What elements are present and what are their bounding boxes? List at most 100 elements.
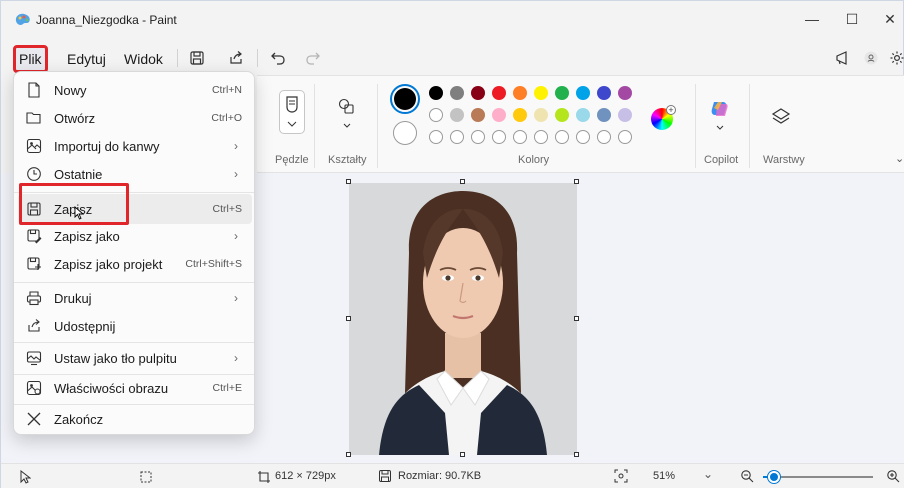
palette-color-swatch[interactable]	[555, 108, 569, 122]
desktop-wallpaper-icon	[26, 350, 42, 366]
ribbon-separator	[377, 84, 378, 168]
file-menu-item-new[interactable]: Nowy Ctrl+N	[18, 76, 252, 104]
resize-handle[interactable]	[574, 179, 579, 184]
resize-handle[interactable]	[574, 316, 579, 321]
palette-color-swatch[interactable]	[513, 86, 527, 100]
zoom-slider-thumb[interactable]	[768, 471, 780, 483]
palette-color-swatch[interactable]	[429, 86, 443, 100]
resize-handle[interactable]	[460, 179, 465, 184]
palette-color-swatch[interactable]	[450, 86, 464, 100]
resize-handle[interactable]	[574, 452, 579, 457]
file-menu-item-save-as-project[interactable]: Zapisz jako projekt Ctrl+Shift+S	[18, 250, 252, 278]
palette-color-swatch[interactable]	[597, 108, 611, 122]
menu-item-label: Otwórz	[54, 110, 96, 126]
close-icon	[26, 411, 42, 427]
zoom-slider[interactable]	[763, 471, 873, 483]
palette-color-swatch[interactable]	[555, 86, 569, 100]
palette-color-swatch[interactable]	[471, 86, 485, 100]
save-project-icon	[26, 256, 42, 272]
palette-color-swatch[interactable]	[429, 108, 443, 122]
zoom-level[interactable]: 51%	[653, 470, 675, 482]
ribbon-separator	[314, 84, 315, 168]
custom-color-empty-swatch[interactable]	[450, 130, 464, 144]
custom-color-empty-swatch[interactable]	[576, 130, 590, 144]
file-menu-item-properties[interactable]: Właściwości obrazu Ctrl+E	[18, 374, 252, 402]
primary-color-swatch[interactable]	[390, 84, 420, 114]
file-menu-item-save-as[interactable]: Zapisz jako ›	[18, 222, 252, 250]
palette-color-swatch[interactable]	[450, 108, 464, 122]
custom-color-empty-swatch[interactable]	[555, 130, 569, 144]
palette-color-swatch[interactable]	[492, 108, 506, 122]
paint-app-icon	[14, 12, 30, 26]
ribbon: Pędzle Kształty + Kolory Copilot Warstwy…	[257, 75, 904, 173]
save-icon[interactable]	[185, 46, 209, 70]
shapes-button[interactable]	[335, 96, 359, 132]
palette-color-swatch[interactable]	[576, 108, 590, 122]
palette-color-swatch[interactable]	[597, 86, 611, 100]
resize-handle[interactable]	[460, 452, 465, 457]
custom-color-empty-swatch[interactable]	[597, 130, 611, 144]
menu-edit[interactable]: Edytuj	[63, 47, 110, 71]
redo-icon[interactable]	[301, 46, 325, 70]
menu-separator	[14, 282, 254, 283]
file-menu-item-set-wallpaper[interactable]: Ustaw jako tło pulpitu ›	[18, 344, 252, 372]
palette-color-swatch[interactable]	[492, 86, 506, 100]
copilot-icon	[711, 102, 728, 130]
close-button[interactable]: ✕	[873, 8, 904, 30]
palette-color-swatch[interactable]	[534, 108, 548, 122]
zoom-dropdown-chevron-icon[interactable]: ⌄	[703, 467, 713, 481]
file-menu-item-print[interactable]: Drukuj ›	[18, 284, 252, 312]
image-canvas[interactable]	[349, 183, 577, 455]
layers-button[interactable]	[770, 106, 792, 128]
custom-color-empty-swatch[interactable]	[534, 130, 548, 144]
settings-gear-icon[interactable]	[885, 46, 904, 70]
palette-color-swatch[interactable]	[534, 86, 548, 100]
brushes-label: Pędzle	[275, 154, 309, 166]
menu-file[interactable]: Plik	[13, 45, 48, 73]
custom-color-empty-swatch[interactable]	[513, 130, 527, 144]
ribbon-expand-chevron-icon[interactable]: ⌄	[895, 152, 904, 165]
custom-color-empty-swatch[interactable]	[471, 130, 485, 144]
add-color-icon: +	[666, 105, 676, 115]
account-icon[interactable]	[859, 46, 883, 70]
feedback-icon[interactable]	[830, 46, 854, 70]
clock-icon	[26, 166, 42, 182]
palette-color-swatch[interactable]	[513, 108, 527, 122]
portrait-photo	[349, 183, 577, 455]
file-menu-item-open[interactable]: Otwórz Ctrl+O	[18, 104, 252, 132]
palette-color-swatch[interactable]	[618, 108, 632, 122]
maximize-button[interactable]: ☐	[835, 8, 869, 30]
selection-size-icon	[139, 470, 153, 484]
file-menu-item-exit[interactable]: Zakończ	[18, 405, 252, 433]
file-menu-item-import[interactable]: Importuj do kanwy ›	[18, 132, 252, 160]
secondary-color-swatch[interactable]	[393, 121, 417, 145]
submenu-arrow-icon: ›	[234, 229, 238, 243]
resize-handle[interactable]	[346, 452, 351, 457]
toolbar-separator	[177, 49, 178, 67]
custom-color-empty-swatch[interactable]	[492, 130, 506, 144]
resize-handle[interactable]	[346, 316, 351, 321]
share-icon[interactable]	[224, 46, 248, 70]
brush-tool-button[interactable]	[279, 90, 305, 134]
minimize-button[interactable]: —	[795, 8, 829, 30]
brush-icon	[286, 96, 298, 127]
layers-label: Warstwy	[763, 154, 805, 166]
resize-handle[interactable]	[346, 179, 351, 184]
palette-color-swatch[interactable]	[618, 86, 632, 100]
file-menu-item-share[interactable]: Udostępnij	[18, 312, 252, 340]
layers-icon	[771, 108, 791, 124]
undo-icon[interactable]	[266, 46, 290, 70]
custom-color-empty-swatch[interactable]	[429, 130, 443, 144]
copilot-button[interactable]	[708, 98, 732, 134]
menu-bar: Plik Edytuj Widok	[1, 41, 904, 73]
menu-item-shortcut: Ctrl+Shift+S	[185, 258, 242, 270]
fit-to-window-icon[interactable]	[614, 469, 628, 483]
palette-color-swatch[interactable]	[576, 86, 590, 100]
ribbon-separator	[695, 84, 696, 168]
file-menu-dropdown: Nowy Ctrl+N Otwórz Ctrl+O Importuj do ka…	[13, 71, 255, 435]
zoom-in-icon[interactable]	[886, 469, 900, 483]
menu-view[interactable]: Widok	[120, 47, 167, 71]
custom-color-empty-swatch[interactable]	[618, 130, 632, 144]
zoom-out-icon[interactable]	[740, 469, 754, 483]
palette-color-swatch[interactable]	[471, 108, 485, 122]
